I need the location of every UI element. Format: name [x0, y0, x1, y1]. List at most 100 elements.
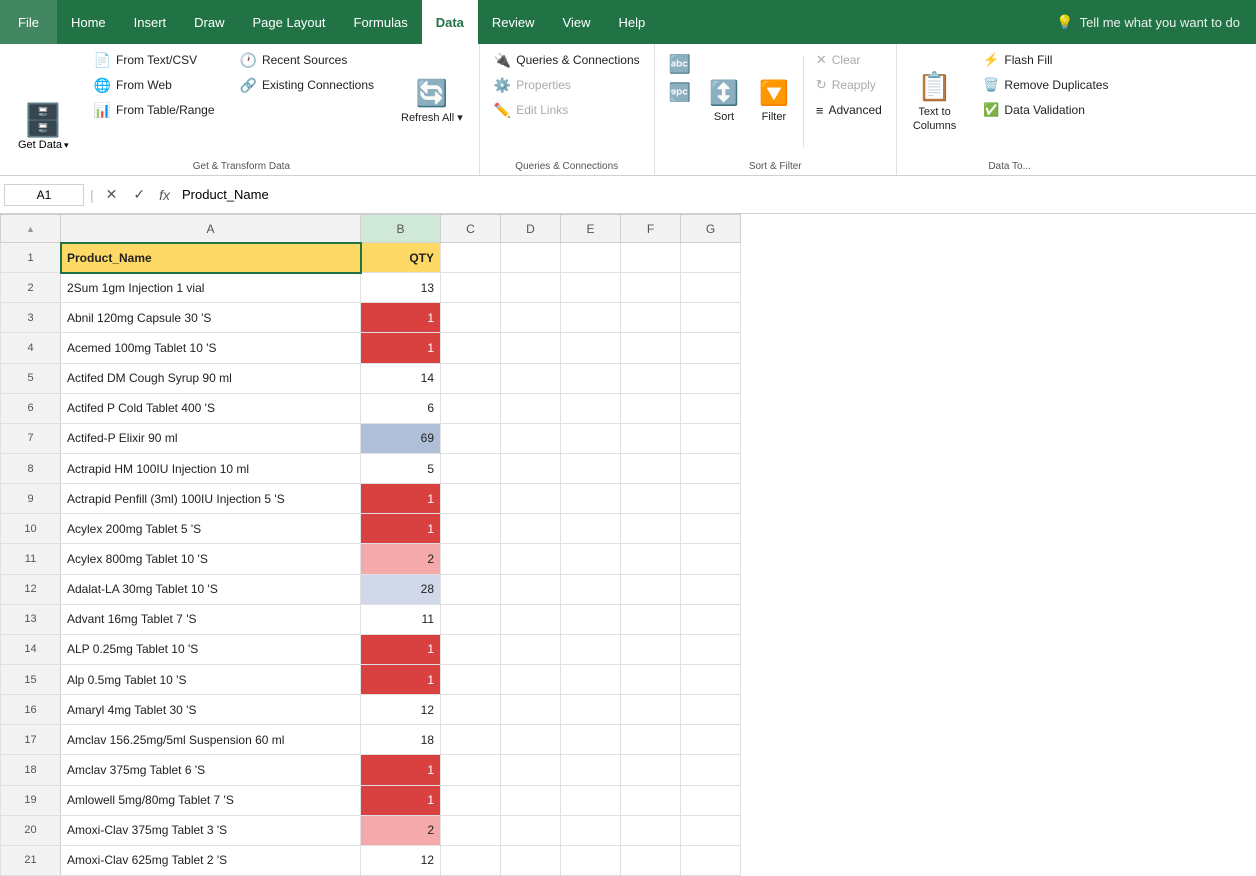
- menu-draw[interactable]: Draw: [180, 0, 238, 44]
- cell-a[interactable]: Acylex 800mg Tablet 10 'S: [61, 544, 361, 574]
- column-header-g[interactable]: G: [681, 215, 741, 243]
- cell-c[interactable]: [441, 574, 501, 604]
- table-row[interactable]: 13Advant 16mg Tablet 7 'S11: [1, 604, 741, 634]
- cell-a[interactable]: ALP 0.25mg Tablet 10 'S: [61, 634, 361, 664]
- menu-file[interactable]: File: [0, 0, 57, 44]
- cell-f[interactable]: [621, 484, 681, 514]
- table-row[interactable]: 12Adalat-LA 30mg Tablet 10 'S28: [1, 574, 741, 604]
- from-text-csv-button[interactable]: 📄 From Text/CSV: [88, 48, 221, 72]
- cell-a[interactable]: Amclav 375mg Tablet 6 'S: [61, 755, 361, 785]
- cell-d[interactable]: [501, 634, 561, 664]
- menu-data[interactable]: Data: [422, 0, 478, 44]
- cell-e[interactable]: [561, 695, 621, 725]
- cell-f[interactable]: [621, 815, 681, 845]
- cell-d[interactable]: [501, 393, 561, 423]
- cell-d[interactable]: [501, 815, 561, 845]
- menu-formulas[interactable]: Formulas: [340, 0, 422, 44]
- cell-c[interactable]: [441, 544, 501, 574]
- table-row[interactable]: 17Amclav 156.25mg/5ml Suspension 60 ml18: [1, 725, 741, 755]
- cell-e[interactable]: [561, 755, 621, 785]
- cell-c[interactable]: [441, 243, 501, 273]
- cell-f[interactable]: [621, 363, 681, 393]
- cell-g[interactable]: [681, 695, 741, 725]
- table-row[interactable]: 7Actifed-P Elixir 90 ml69: [1, 423, 741, 453]
- cell-g[interactable]: [681, 333, 741, 363]
- cell-b[interactable]: 18: [361, 725, 441, 755]
- table-row[interactable]: 22Sum 1gm Injection 1 vial13: [1, 273, 741, 303]
- cell-d[interactable]: [501, 574, 561, 604]
- cell-a[interactable]: Actifed P Cold Tablet 400 'S: [61, 393, 361, 423]
- table-row[interactable]: 14ALP 0.25mg Tablet 10 'S1: [1, 634, 741, 664]
- filter-button[interactable]: 🔽 Filter: [751, 48, 797, 155]
- cell-b[interactable]: 1: [361, 303, 441, 333]
- cell-g[interactable]: [681, 755, 741, 785]
- cell-g[interactable]: [681, 514, 741, 544]
- cell-c[interactable]: [441, 514, 501, 544]
- cell-c[interactable]: [441, 785, 501, 815]
- remove-duplicates-button[interactable]: 🗑️ Remove Duplicates: [977, 73, 1114, 97]
- cell-d[interactable]: [501, 845, 561, 875]
- cell-f[interactable]: [621, 574, 681, 604]
- cell-c[interactable]: [441, 815, 501, 845]
- table-row[interactable]: 6Actifed P Cold Tablet 400 'S6: [1, 393, 741, 423]
- cell-g[interactable]: [681, 815, 741, 845]
- cell-b[interactable]: 14: [361, 363, 441, 393]
- cell-c[interactable]: [441, 303, 501, 333]
- cell-b[interactable]: 1: [361, 664, 441, 694]
- table-row[interactable]: 19Amlowell 5mg/80mg Tablet 7 'S1: [1, 785, 741, 815]
- cell-b[interactable]: 1: [361, 333, 441, 363]
- cell-f[interactable]: [621, 725, 681, 755]
- advanced-button[interactable]: ≡ Advanced: [810, 98, 888, 122]
- column-header-d[interactable]: D: [501, 215, 561, 243]
- cell-e[interactable]: [561, 423, 621, 453]
- existing-connections-button[interactable]: 🔗 Existing Connections: [234, 73, 381, 97]
- cell-c[interactable]: [441, 634, 501, 664]
- cell-b[interactable]: 1: [361, 785, 441, 815]
- cell-b[interactable]: 2: [361, 544, 441, 574]
- menu-review[interactable]: Review: [478, 0, 549, 44]
- table-row[interactable]: 5Actifed DM Cough Syrup 90 ml14: [1, 363, 741, 393]
- cell-e[interactable]: [561, 393, 621, 423]
- table-row[interactable]: 18Amclav 375mg Tablet 6 'S1: [1, 755, 741, 785]
- cell-f[interactable]: [621, 453, 681, 483]
- cell-g[interactable]: [681, 423, 741, 453]
- text-to-columns-button[interactable]: 📋 Text toColumns: [905, 48, 964, 155]
- cell-d[interactable]: [501, 695, 561, 725]
- menu-view[interactable]: View: [549, 0, 605, 44]
- cell-b[interactable]: 12: [361, 845, 441, 875]
- cell-g[interactable]: [681, 484, 741, 514]
- cell-f[interactable]: [621, 845, 681, 875]
- cell-a[interactable]: Amaryl 4mg Tablet 30 'S: [61, 695, 361, 725]
- cell-d[interactable]: [501, 243, 561, 273]
- table-row[interactable]: 11Acylex 800mg Tablet 10 'S2: [1, 544, 741, 574]
- cell-c[interactable]: [441, 664, 501, 694]
- cell-a[interactable]: Amoxi-Clav 625mg Tablet 2 'S: [61, 845, 361, 875]
- table-row[interactable]: 8Actrapid HM 100IU Injection 10 ml5: [1, 453, 741, 483]
- cell-c[interactable]: [441, 725, 501, 755]
- cell-g[interactable]: [681, 785, 741, 815]
- cell-b[interactable]: 1: [361, 634, 441, 664]
- cell-c[interactable]: [441, 363, 501, 393]
- cell-b[interactable]: 69: [361, 423, 441, 453]
- table-row[interactable]: 21Amoxi-Clav 625mg Tablet 2 'S12: [1, 845, 741, 875]
- cell-d[interactable]: [501, 514, 561, 544]
- cell-f[interactable]: [621, 243, 681, 273]
- table-row[interactable]: 3Abnil 120mg Capsule 30 'S1: [1, 303, 741, 333]
- cell-b[interactable]: 12: [361, 695, 441, 725]
- cell-c[interactable]: [441, 755, 501, 785]
- cell-g[interactable]: [681, 634, 741, 664]
- cell-c[interactable]: [441, 453, 501, 483]
- cell-b[interactable]: 11: [361, 604, 441, 634]
- cell-b[interactable]: 28: [361, 574, 441, 604]
- cell-g[interactable]: [681, 544, 741, 574]
- cell-g[interactable]: [681, 574, 741, 604]
- column-header-e[interactable]: E: [561, 215, 621, 243]
- table-row[interactable]: 16Amaryl 4mg Tablet 30 'S12: [1, 695, 741, 725]
- cell-b[interactable]: 13: [361, 273, 441, 303]
- cell-a[interactable]: Product_Name: [61, 243, 361, 273]
- cell-a[interactable]: Acylex 200mg Tablet 5 'S: [61, 514, 361, 544]
- cell-d[interactable]: [501, 484, 561, 514]
- table-row[interactable]: 9Actrapid Penfill (3ml) 100IU Injection …: [1, 484, 741, 514]
- data-validation-button[interactable]: ✅ Data Validation: [977, 98, 1114, 122]
- cell-g[interactable]: [681, 604, 741, 634]
